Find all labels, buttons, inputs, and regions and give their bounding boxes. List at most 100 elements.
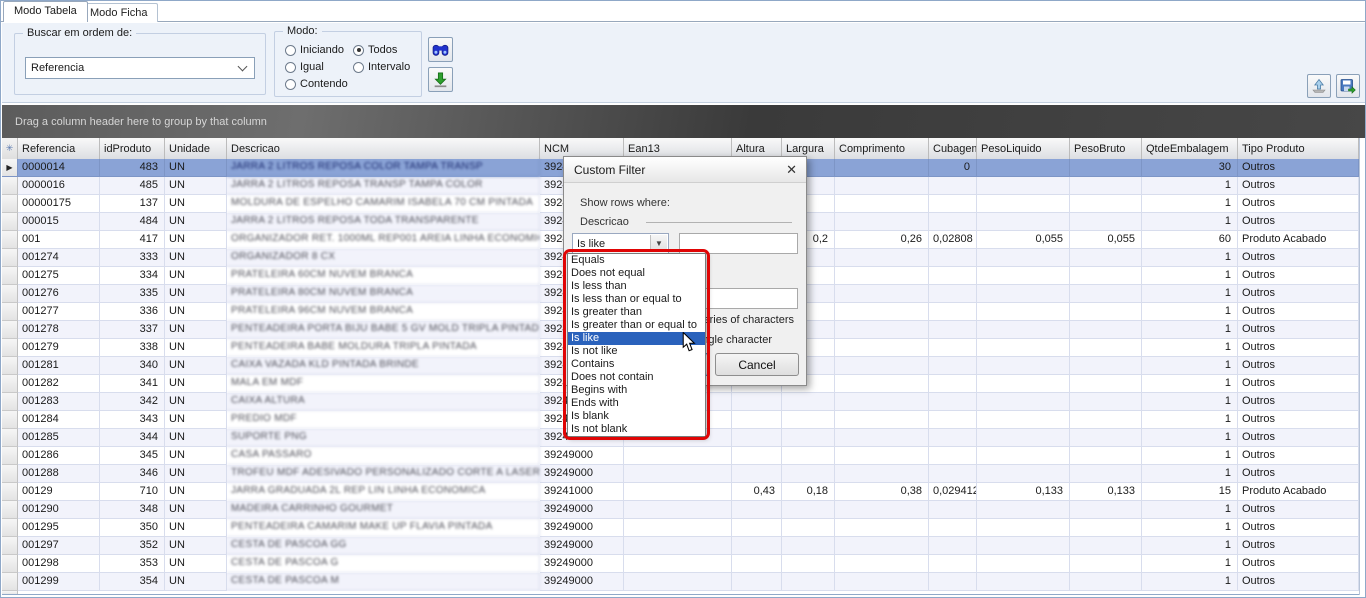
cell-descricao[interactable]: CESTA DE PASCOA M (227, 573, 540, 591)
cell-referencia[interactable]: 001297 (18, 537, 100, 555)
cell-descricao[interactable]: JARRA 2 LITROS REPOSA TODA TRANSPARENTE (227, 213, 540, 231)
cell-tipoProduto[interactable]: Outros (1238, 519, 1359, 537)
cell-tipoProduto[interactable]: Outros (1238, 393, 1359, 411)
cell-comprimento[interactable] (835, 357, 929, 375)
cell-unidade[interactable]: UN (165, 213, 227, 231)
table-row[interactable]: 00129710UNJARRA GRADUADA 2L REP LIN LINH… (2, 483, 1359, 501)
cell-cubagem[interactable]: 0,029412 (929, 483, 977, 501)
cell-descricao[interactable]: PRATELEIRA 80CM NUVEM BRANCA (227, 285, 540, 303)
cell-idProduto[interactable]: 344 (100, 429, 165, 447)
cell-descricao[interactable]: PRATELEIRA 96CM NUVEM BRANCA (227, 303, 540, 321)
cell-comprimento[interactable] (835, 429, 929, 447)
filter-operator-option[interactable]: Does not equal (568, 267, 705, 280)
cell-pesoLiquido[interactable] (977, 411, 1070, 429)
cell-referencia[interactable]: 001 (18, 231, 100, 249)
cell-unidade[interactable]: UN (165, 393, 227, 411)
cell-referencia[interactable]: 001290 (18, 501, 100, 519)
cell-largura[interactable] (782, 501, 835, 519)
cell-unidade[interactable]: UN (165, 357, 227, 375)
cell-largura[interactable] (782, 429, 835, 447)
cell-pesoLiquido[interactable] (977, 213, 1070, 231)
cell-descricao[interactable]: ORGANIZADOR RET. 1000ML REP001 AREIA LIN… (227, 231, 540, 249)
cell-altura[interactable] (732, 411, 782, 429)
cell-unidade[interactable]: UN (165, 267, 227, 285)
cell-largura[interactable]: 0,18 (782, 483, 835, 501)
save-export-button[interactable] (1336, 74, 1360, 98)
cell-referencia[interactable]: 001282 (18, 375, 100, 393)
cell-largura[interactable] (782, 573, 835, 591)
cell-referencia[interactable]: 00000175 (18, 195, 100, 213)
cell-comprimento[interactable] (835, 411, 929, 429)
cell-qtdeEmbalagem[interactable]: 15 (1142, 483, 1238, 501)
cell-unidade[interactable]: UN (165, 447, 227, 465)
cell-largura[interactable] (782, 465, 835, 483)
cell-pesoBruto[interactable] (1070, 159, 1142, 177)
cell-referencia[interactable]: 001298 (18, 555, 100, 573)
cell-comprimento[interactable] (835, 537, 929, 555)
cell-descricao[interactable]: JARRA 2 LITROS REPOSA TRANSP TAMPA COLOR (227, 177, 540, 195)
cell-cubagem[interactable] (929, 195, 977, 213)
dialog-titlebar[interactable]: Custom Filter ✕ (564, 157, 806, 183)
cell-idProduto[interactable]: 348 (100, 501, 165, 519)
cell-comprimento[interactable] (835, 195, 929, 213)
radio-iniciando[interactable]: Iniciando (285, 44, 344, 56)
cell-tipoProduto[interactable]: Outros (1238, 213, 1359, 231)
cell-qtdeEmbalagem[interactable]: 1 (1142, 555, 1238, 573)
table-row[interactable]: 001288346UNTROFEU MDF ADESIVADO PERSONAL… (2, 465, 1359, 483)
cell-tipoProduto[interactable]: Outros (1238, 357, 1359, 375)
column-header-comprimento[interactable]: Comprimento (835, 138, 929, 159)
cell-largura[interactable] (782, 393, 835, 411)
cell-referencia[interactable]: 001278 (18, 321, 100, 339)
cell-cubagem[interactable] (929, 465, 977, 483)
cell-pesoBruto[interactable] (1070, 447, 1142, 465)
column-header-unidade[interactable]: Unidade (165, 138, 227, 159)
cell-pesoBruto[interactable] (1070, 555, 1142, 573)
cell-ncm[interactable]: 39249000 (540, 501, 624, 519)
cell-idProduto[interactable]: 343 (100, 411, 165, 429)
table-row[interactable]: 001290348UNMADEIRA CARRINHO GOURMET39249… (2, 501, 1359, 519)
cell-tipoProduto[interactable]: Outros (1238, 411, 1359, 429)
cell-cubagem[interactable] (929, 375, 977, 393)
cell-unidade[interactable]: UN (165, 285, 227, 303)
cell-idProduto[interactable]: 338 (100, 339, 165, 357)
cell-unidade[interactable]: UN (165, 555, 227, 573)
cell-idProduto[interactable]: 417 (100, 231, 165, 249)
dropdown-arrow-icon[interactable]: ▼ (650, 235, 667, 252)
cell-tipoProduto[interactable]: Outros (1238, 501, 1359, 519)
cell-cubagem[interactable] (929, 285, 977, 303)
cell-unidade[interactable]: UN (165, 483, 227, 501)
cell-referencia[interactable]: 001279 (18, 339, 100, 357)
cell-pesoBruto[interactable] (1070, 357, 1142, 375)
cell-unidade[interactable]: UN (165, 249, 227, 267)
filter-operator-option[interactable]: Is less than or equal to (568, 293, 705, 306)
cell-pesoLiquido[interactable] (977, 357, 1070, 375)
cell-unidade[interactable]: UN (165, 231, 227, 249)
cell-unidade[interactable]: UN (165, 303, 227, 321)
cell-unidade[interactable]: UN (165, 519, 227, 537)
cell-pesoLiquido[interactable] (977, 537, 1070, 555)
cell-tipoProduto[interactable]: Outros (1238, 555, 1359, 573)
cell-tipoProduto[interactable]: Outros (1238, 249, 1359, 267)
cell-qtdeEmbalagem[interactable]: 1 (1142, 411, 1238, 429)
cell-tipoProduto[interactable]: Outros (1238, 285, 1359, 303)
cell-cubagem[interactable] (929, 555, 977, 573)
cell-ean13[interactable] (624, 447, 732, 465)
cell-ean13[interactable] (624, 573, 732, 591)
cell-qtdeEmbalagem[interactable]: 1 (1142, 303, 1238, 321)
cell-ean13[interactable] (624, 555, 732, 573)
cell-pesoBruto[interactable] (1070, 213, 1142, 231)
find-button[interactable] (428, 37, 453, 62)
filter-operator-option[interactable]: Contains (568, 358, 705, 371)
table-row[interactable]: 001295350UNPENTEADEIRA CAMARIM MAKE UP F… (2, 519, 1359, 537)
cell-descricao[interactable]: CASA PASSARO (227, 447, 540, 465)
cell-pesoLiquido[interactable] (977, 447, 1070, 465)
cell-referencia[interactable]: 0000016 (18, 177, 100, 195)
cell-qtdeEmbalagem[interactable]: 1 (1142, 177, 1238, 195)
cell-comprimento[interactable] (835, 267, 929, 285)
cell-pesoBruto[interactable] (1070, 519, 1142, 537)
cell-unidade[interactable]: UN (165, 411, 227, 429)
close-icon[interactable]: ✕ (786, 162, 797, 178)
cell-largura[interactable] (782, 555, 835, 573)
cell-comprimento[interactable] (835, 573, 929, 591)
cell-pesoBruto[interactable]: 0,055 (1070, 231, 1142, 249)
